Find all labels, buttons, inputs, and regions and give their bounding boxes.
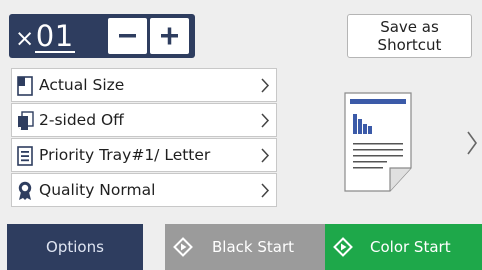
chevron-right-icon — [261, 148, 270, 163]
setting-item-size[interactable]: Actual Size — [11, 68, 277, 102]
copy-settings-list: Actual Size 2-sided Off Priority Tray#1/… — [11, 68, 277, 208]
options-button-label: Options — [46, 238, 104, 256]
copy-count-panel: ×01 — [9, 14, 195, 58]
copy-count-value: 01 — [34, 19, 75, 53]
chevron-right-icon — [261, 78, 270, 93]
setting-item-quality[interactable]: Quality Normal — [11, 173, 277, 207]
document-preview-icon[interactable] — [344, 92, 412, 192]
setting-item-duplex[interactable]: 2-sided Off — [11, 103, 277, 137]
plus-icon — [161, 27, 178, 45]
minus-icon — [119, 34, 136, 38]
color-start-label: Color Start — [370, 238, 451, 256]
color-start-button[interactable]: Color Start — [325, 224, 482, 270]
duplex-icon — [18, 111, 34, 130]
setting-item-tray[interactable]: Priority Tray#1/ Letter — [11, 138, 277, 172]
next-page-arrow-icon[interactable] — [466, 130, 478, 156]
setting-label-tray: Priority Tray#1/ Letter — [39, 146, 211, 164]
black-start-button[interactable]: Black Start — [165, 224, 325, 270]
action-bar: Options Black Start Color Start — [0, 224, 482, 270]
copy-screen: ×01 Save as Shortcut Actual Size 2-sided… — [0, 0, 482, 270]
copy-count-display[interactable]: ×01 — [15, 18, 103, 54]
options-button[interactable]: Options — [7, 224, 143, 270]
action-bar-divider — [143, 224, 165, 270]
setting-label-size: Actual Size — [39, 76, 125, 94]
increase-copies-button[interactable] — [150, 18, 189, 54]
decrease-copies-button[interactable] — [108, 18, 147, 54]
page-size-icon — [17, 76, 33, 96]
tray-icon — [17, 146, 33, 166]
start-diamond-icon — [173, 237, 193, 257]
start-diamond-icon — [333, 237, 353, 257]
shortcut-label-line2: Shortcut — [377, 36, 442, 54]
chevron-right-icon — [261, 183, 270, 198]
chevron-right-icon — [261, 113, 270, 128]
shortcut-label-line1: Save as — [380, 18, 439, 36]
copy-count-prefix: × — [15, 26, 35, 52]
quality-ribbon-icon — [18, 181, 32, 200]
setting-label-duplex: 2-sided Off — [39, 111, 124, 129]
save-as-shortcut-button[interactable]: Save as Shortcut — [347, 14, 472, 58]
black-start-label: Black Start — [212, 238, 294, 256]
setting-label-quality: Quality Normal — [39, 181, 156, 199]
